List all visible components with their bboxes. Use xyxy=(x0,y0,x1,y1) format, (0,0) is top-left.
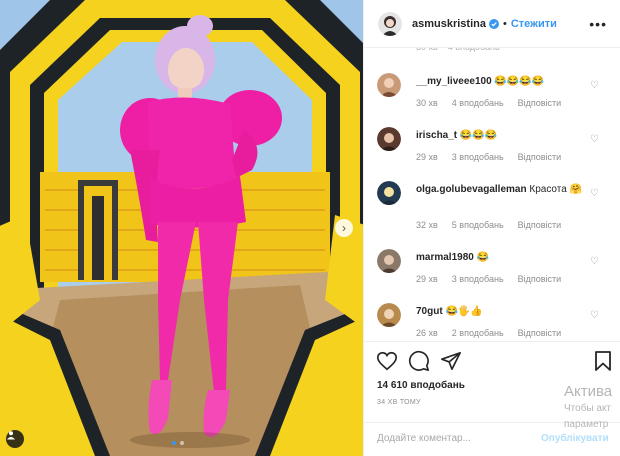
carousel-dot xyxy=(180,441,184,445)
comment-likes[interactable]: 5 вподобань xyxy=(452,220,504,230)
post-time[interactable]: 34 ХВ ТОМУ xyxy=(377,399,421,406)
post-photo[interactable]: › xyxy=(0,0,363,456)
carousel-dots xyxy=(172,441,184,445)
comment-heart-icon[interactable]: ♡ xyxy=(590,256,599,267)
likes-count[interactable]: 14 610 вподобань xyxy=(377,380,465,391)
commenter-username[interactable]: marmal1980 xyxy=(416,252,474,263)
commenter-avatar[interactable] xyxy=(377,303,401,327)
post-side-panel: asmuskristina • Стежити ••• 30 хв 4 впод… xyxy=(363,0,620,456)
comment-likes[interactable]: 2 вподобань xyxy=(452,328,504,338)
comment-heart-icon[interactable]: ♡ xyxy=(590,134,599,145)
author-username[interactable]: asmuskristina xyxy=(412,18,486,30)
commenter-username[interactable]: 70gut xyxy=(416,306,443,317)
commenter-username[interactable]: irischa_t xyxy=(416,130,457,141)
photo-illustration xyxy=(0,0,363,456)
reply-button[interactable]: Відповісти xyxy=(518,328,562,338)
comments-list[interactable]: 30 хв 4 вподобань __my_liveee100 😂😂😂😂 30… xyxy=(364,48,620,341)
share-icon[interactable] xyxy=(440,350,462,372)
chevron-right-icon: › xyxy=(342,221,346,235)
post-header: asmuskristina • Стежити ••• xyxy=(364,0,620,48)
author-avatar[interactable] xyxy=(378,11,402,36)
action-icons xyxy=(376,350,462,372)
more-options-icon[interactable]: ••• xyxy=(589,16,607,32)
comment-time[interactable]: 29 хв xyxy=(416,274,438,284)
comment-text: 😂🖐👍 xyxy=(445,306,483,317)
comment-icon[interactable] xyxy=(408,350,430,372)
reply-button[interactable]: Відповісти xyxy=(518,274,562,284)
reply-button[interactable]: Відповісти xyxy=(518,152,562,162)
commenter-username[interactable]: olga.golubevagalleman xyxy=(416,184,527,195)
commenter-username[interactable]: __my_liveee100 xyxy=(416,76,492,87)
user-tag-icon xyxy=(7,431,15,440)
follow-button[interactable]: Стежити xyxy=(511,18,557,30)
comment-time[interactable]: 26 хв xyxy=(416,328,438,338)
comment-heart-icon[interactable]: ♡ xyxy=(590,188,599,199)
heart-icon[interactable] xyxy=(376,350,398,372)
bookmark-icon[interactable] xyxy=(593,350,613,372)
carousel-dot-active xyxy=(172,441,176,445)
comment-time[interactable]: 30 хв xyxy=(416,98,438,108)
comment-text: 😂😂😂 xyxy=(459,130,498,141)
comment-text: Красота 🤗 xyxy=(529,184,583,195)
user-tag-button[interactable] xyxy=(6,430,24,448)
comment-heart-icon[interactable]: ♡ xyxy=(590,310,599,321)
next-slide-button[interactable]: › xyxy=(335,219,353,237)
commenter-avatar[interactable] xyxy=(377,73,401,97)
verified-badge-icon xyxy=(488,18,499,29)
clipped-comment-meta: 30 хв 4 вподобань xyxy=(416,48,500,52)
comment-text: 😂 xyxy=(476,252,490,263)
add-comment-input[interactable] xyxy=(377,433,537,444)
reply-button[interactable]: Відповісти xyxy=(518,220,562,230)
post-comment-button[interactable]: Опублікувати xyxy=(541,433,609,444)
post-actions: 14 610 вподобань 34 ХВ ТОМУ Опублікувати xyxy=(364,341,620,456)
commenter-avatar[interactable] xyxy=(377,127,401,151)
comment-likes[interactable]: 3 вподобань xyxy=(452,152,504,162)
comment-text: 😂😂😂😂 xyxy=(494,76,545,87)
commenter-avatar[interactable] xyxy=(377,181,401,205)
comment-time[interactable]: 29 хв xyxy=(416,152,438,162)
reply-button[interactable]: Відповісти xyxy=(518,98,562,108)
commenter-avatar[interactable] xyxy=(377,249,401,273)
comment-likes[interactable]: 4 вподобань xyxy=(452,98,504,108)
add-comment-row: Опублікувати xyxy=(364,422,620,456)
comment-likes[interactable]: 3 вподобань xyxy=(452,274,504,284)
header-separator: • xyxy=(502,17,507,30)
comment-time[interactable]: 32 хв xyxy=(416,220,438,230)
comment-heart-icon[interactable]: ♡ xyxy=(590,80,599,91)
